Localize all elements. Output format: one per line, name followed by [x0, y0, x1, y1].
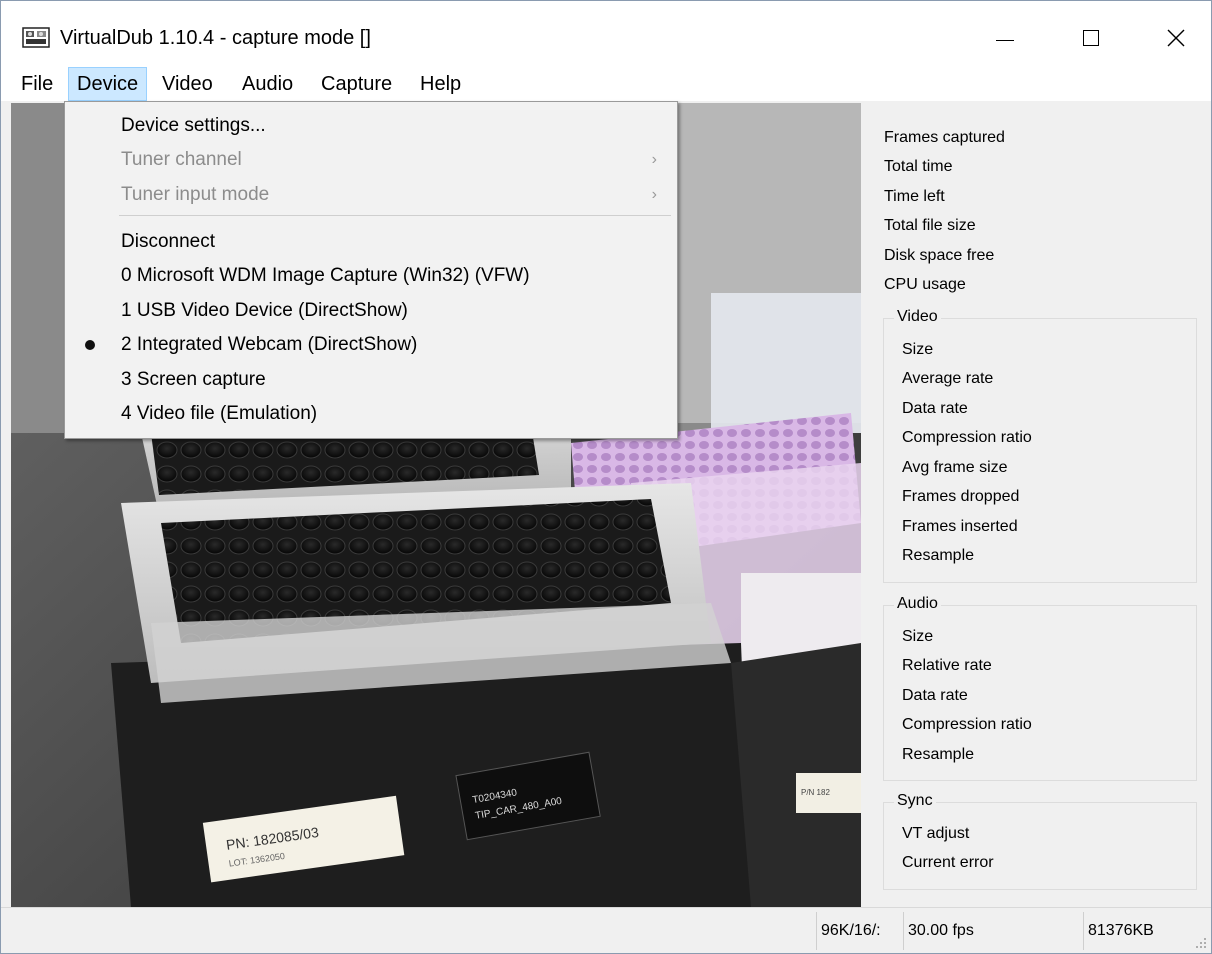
- video-avg-frame-size: Avg frame size: [902, 459, 1008, 476]
- video-group-title: Video: [894, 308, 941, 326]
- audio-group: Audio Size Relative rate Data rate Compr…: [883, 595, 1197, 781]
- audio-data-rate: Data rate: [902, 687, 968, 704]
- status-audio-format: 96K/16/:: [816, 912, 903, 950]
- capture-stats-panel: Frames captured Total time Time left Tot…: [863, 103, 1211, 907]
- stat-total-file-size: Total file size: [884, 217, 976, 234]
- status-memory: 81376KB: [1083, 912, 1187, 950]
- video-frames-dropped: Frames dropped: [902, 488, 1020, 505]
- menu-file[interactable]: File: [13, 67, 61, 101]
- menu-separator: [119, 215, 671, 216]
- menuitem-label: Device settings...: [121, 115, 266, 136]
- sync-group: Sync VT adjust Current error: [883, 792, 1197, 890]
- menu-audio[interactable]: Audio: [234, 67, 301, 101]
- menu-device[interactable]: Device: [68, 67, 148, 101]
- menu-video[interactable]: Video: [154, 67, 221, 101]
- app-window: VirtualDub 1.10.4 - capture mode [] File…: [0, 0, 1212, 954]
- status-bar: 96K/16/: 30.00 fps 81376KB: [1, 907, 1211, 953]
- menuitem-device-0[interactable]: 0 Microsoft WDM Image Capture (Win32) (V…: [65, 260, 677, 292]
- video-size: Size: [902, 341, 934, 358]
- menu-help[interactable]: Help: [412, 67, 469, 101]
- menu-bar: File Device Video Audio Capture Help: [1, 67, 1211, 101]
- device-dropdown-menu: Device settings... Tuner channel › Tuner…: [64, 101, 678, 439]
- audio-compression-ratio: Compression ratio: [902, 716, 1032, 733]
- video-resample: Resample: [902, 547, 975, 564]
- menuitem-label: 4 Video file (Emulation): [121, 403, 318, 424]
- menuitem-tuner-channel: Tuner channel ›: [65, 144, 677, 176]
- stat-disk-space-free: Disk space free: [884, 247, 995, 264]
- resize-grip-icon[interactable]: [1195, 937, 1207, 949]
- menu-capture[interactable]: Capture: [313, 67, 400, 101]
- menuitem-device-3[interactable]: 3 Screen capture: [65, 364, 677, 396]
- menuitem-label: Tuner input mode: [121, 184, 270, 205]
- menuitem-device-4[interactable]: 4 Video file (Emulation): [65, 398, 677, 430]
- stat-frames-captured: Frames captured: [884, 129, 1005, 146]
- video-data-rate: Data rate: [902, 400, 968, 417]
- close-icon: [1167, 29, 1185, 47]
- title-bar[interactable]: VirtualDub 1.10.4 - capture mode []: [1, 1, 1211, 67]
- status-frame-rate: 30.00 fps: [903, 912, 1083, 950]
- menuitem-device-settings[interactable]: Device settings...: [65, 110, 677, 142]
- audio-size: Size: [902, 628, 934, 645]
- menuitem-label: 3 Screen capture: [121, 369, 266, 390]
- audio-resample: Resample: [902, 746, 975, 763]
- audio-relative-rate: Relative rate: [902, 657, 992, 674]
- stat-time-left: Time left: [884, 188, 945, 205]
- menuitem-label: Tuner channel: [121, 149, 242, 170]
- menuitem-device-1[interactable]: 1 USB Video Device (DirectShow): [65, 295, 677, 327]
- selected-bullet-icon: [85, 340, 95, 350]
- menuitem-label: 2 Integrated Webcam (DirectShow): [121, 334, 418, 355]
- preview-label-side: P/N 182: [801, 788, 830, 797]
- submenu-arrow-icon: ›: [651, 186, 657, 203]
- minimize-icon: [996, 39, 1014, 41]
- maximize-button[interactable]: [1056, 13, 1126, 63]
- sync-group-title: Sync: [894, 792, 936, 810]
- video-average-rate: Average rate: [902, 370, 994, 387]
- video-group: Video Size Average rate Data rate Compre…: [883, 308, 1197, 583]
- menuitem-label: Disconnect: [121, 231, 215, 252]
- menuitem-label: 1 USB Video Device (DirectShow): [121, 300, 408, 321]
- stat-total-time: Total time: [884, 158, 953, 175]
- submenu-arrow-icon: ›: [651, 151, 657, 168]
- audio-group-title: Audio: [894, 595, 941, 613]
- close-button[interactable]: [1141, 13, 1211, 63]
- minimize-button[interactable]: [970, 13, 1040, 63]
- menuitem-device-2[interactable]: 2 Integrated Webcam (DirectShow): [65, 329, 677, 361]
- video-compression-ratio: Compression ratio: [902, 429, 1032, 446]
- menuitem-label: 0 Microsoft WDM Image Capture (Win32) (V…: [121, 265, 530, 286]
- menuitem-disconnect[interactable]: Disconnect: [65, 226, 677, 258]
- video-frames-inserted: Frames inserted: [902, 518, 1018, 535]
- sync-current-error: Current error: [902, 854, 994, 871]
- virtualdub-app-icon: [22, 27, 50, 48]
- maximize-icon: [1083, 30, 1099, 46]
- stat-cpu-usage: CPU usage: [884, 276, 966, 293]
- sync-vt-adjust: VT adjust: [902, 825, 970, 842]
- menuitem-tuner-input-mode: Tuner input mode ›: [65, 179, 677, 211]
- window-title: VirtualDub 1.10.4 - capture mode []: [60, 27, 371, 49]
